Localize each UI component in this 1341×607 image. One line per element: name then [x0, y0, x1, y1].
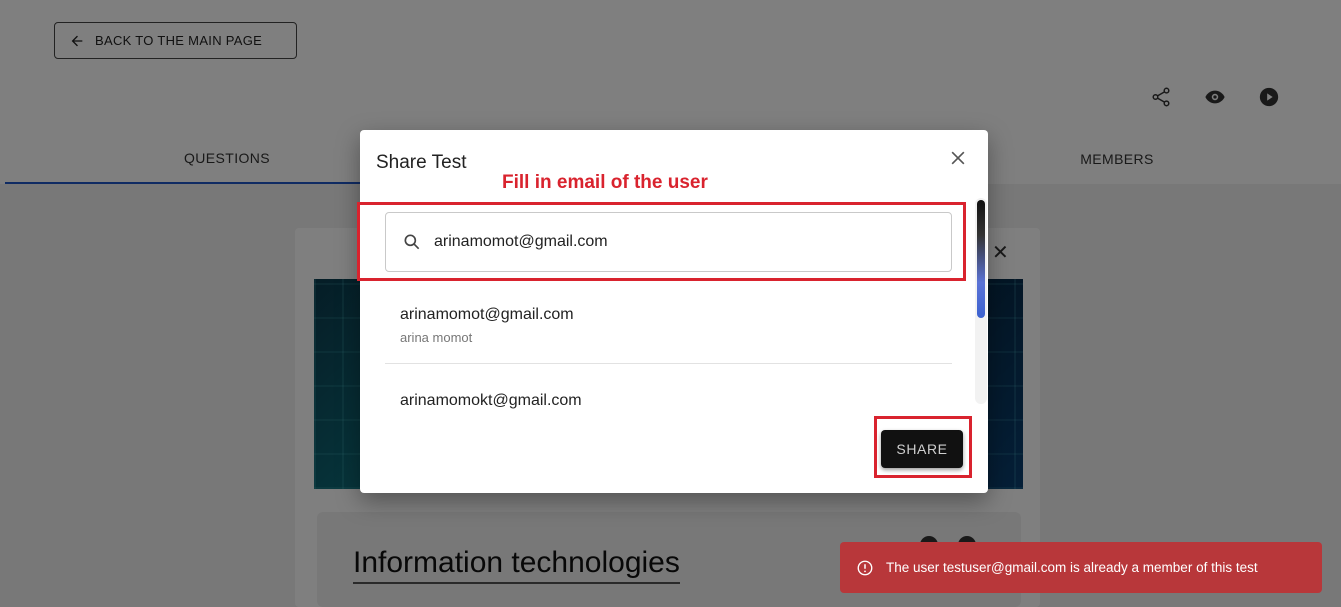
divider [385, 363, 952, 364]
scrollbar-thumb[interactable] [977, 200, 985, 318]
share-button[interactable]: SHARE [881, 430, 963, 468]
info-circle-icon [857, 560, 873, 575]
result-name: arina momot [400, 330, 473, 345]
close-icon[interactable] [948, 148, 968, 168]
email-search-input[interactable] [434, 233, 914, 251]
user-result-item[interactable]: arinamomot@gmail.com arina momot [400, 306, 940, 345]
email-search-field[interactable] [385, 212, 952, 272]
dialog-title: Share Test [376, 152, 467, 173]
result-email: arinamomokt@gmail.com [400, 392, 582, 409]
share-test-dialog: Share Test Fill in email of the user ari… [357, 130, 988, 493]
user-result-item[interactable]: arinamomokt@gmail.com [400, 392, 940, 412]
snackbar-message: The user testuser@gmail.com is already a… [886, 560, 1258, 575]
error-snackbar: The user testuser@gmail.com is already a… [840, 542, 1322, 593]
search-icon [404, 234, 420, 250]
result-email: arinamomot@gmail.com [400, 306, 574, 323]
annotation-label: Fill in email of the user [502, 172, 708, 193]
